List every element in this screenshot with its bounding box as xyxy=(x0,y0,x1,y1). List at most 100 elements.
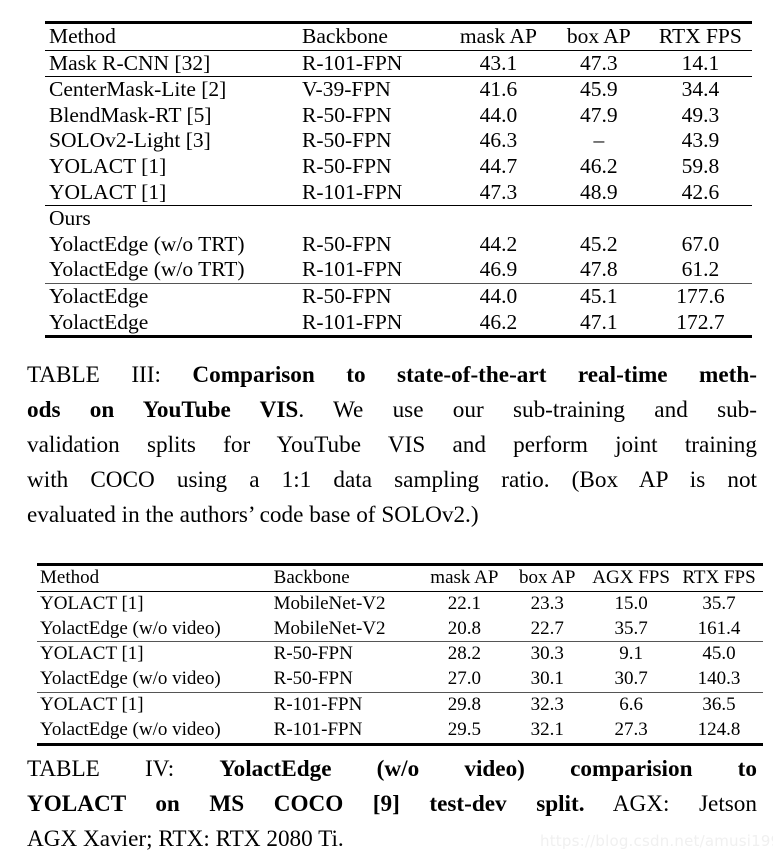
cell-backbone: R-101-FPN xyxy=(301,49,448,77)
cell-box-ap: 32.3 xyxy=(507,691,588,718)
cell-backbone: R-50-FPN xyxy=(301,231,392,256)
caption-text: AGX Xavier; RTX: RTX 2080 Ti. xyxy=(27,826,344,852)
bottom-rule-cell xyxy=(301,335,448,343)
bottom-rule-cell xyxy=(648,335,752,343)
cell-rtx-fps: 67.0 xyxy=(681,231,720,256)
caption-line: evaluated in the authors’ code base of S… xyxy=(27,498,757,533)
table-three-bottom-rule xyxy=(45,335,752,343)
caption-text: . We use our sub-training and sub- xyxy=(298,397,757,423)
cell-mask-ap: 44.0 xyxy=(479,102,518,127)
caption-text: evaluated in the authors’ code base of S… xyxy=(27,502,479,528)
cell-box-ap: 45.9 xyxy=(548,76,649,103)
header-cell-mask-ap: mask AP xyxy=(421,563,508,592)
cell-rtx-fps: 124.8 xyxy=(697,718,741,740)
cell-rtx-fps: 34.4 xyxy=(648,76,752,103)
cell-method: SOLOv2-Light [3] xyxy=(49,128,211,153)
table-row: YOLACT [1] MobileNet-V2 22.1 23.3 15.0 3… xyxy=(37,590,763,617)
table-row: YolactEdge R-50-FPN 44.0 45.1 177.6 xyxy=(45,282,752,310)
caption-text: AGX: Jetson xyxy=(584,791,757,817)
table-row: YolactEdge R-101-FPN 46.2 47.1 172.7 xyxy=(45,310,752,337)
cell-box-ap: 45.1 xyxy=(548,282,649,310)
cell-box-ap: 48.9 xyxy=(580,179,618,204)
header-cell-rtx-fps: RTX FPS xyxy=(675,563,763,592)
cell-backbone: MobileNet-V2 xyxy=(273,617,386,639)
caption-text: with COCO using a 1:1 data sampling rati… xyxy=(27,467,757,493)
caption-label: TABLE III: xyxy=(27,362,193,388)
table-four-body: Method Backbone mask AP box AP AGX FPS R… xyxy=(37,563,763,750)
header-cell-method: Method xyxy=(45,21,302,51)
cell-mask-ap: 43.1 xyxy=(447,49,549,77)
caption-line: with COCO using a 1:1 data sampling rati… xyxy=(27,463,757,498)
caption-bold: ods on YouTube VIS xyxy=(27,397,299,423)
cell-box-ap: 47.1 xyxy=(580,309,618,334)
cell-method: YOLACT [1] xyxy=(37,691,274,718)
group-spacer-rtx-fps xyxy=(648,205,752,232)
table-row: BlendMask-RT [5] R-50-FPN 44.0 47.9 49.3 xyxy=(45,103,752,129)
table-row: YOLACT [1] R-101-FPN 29.8 32.3 6.6 36.5 xyxy=(37,691,763,718)
cell-mask-ap: 28.2 xyxy=(421,641,508,668)
cell-box-ap: 22.7 xyxy=(530,617,564,639)
table-row: YOLACT [1] R-50-FPN 44.7 46.2 59.8 xyxy=(45,154,752,180)
cell-method: Mask R-CNN [32] xyxy=(45,49,302,77)
cell-rtx-fps: 45.0 xyxy=(675,641,763,668)
cell-method: YolactEdge xyxy=(49,309,149,334)
cell-mask-ap: 27.0 xyxy=(447,668,481,690)
cell-agx-fps: 35.7 xyxy=(614,617,648,639)
cell-rtx-fps: 140.3 xyxy=(697,668,741,690)
cell-box-ap: 47.9 xyxy=(580,102,618,127)
cell-mask-ap: 46.2 xyxy=(479,309,518,334)
header-cell-method: Method xyxy=(37,563,274,592)
table-row: YolactEdge (w/o video) R-101-FPN 29.5 32… xyxy=(37,718,763,744)
cell-method: YOLACT [1] xyxy=(37,641,274,668)
cell-rtx-fps: 49.3 xyxy=(681,102,720,127)
caption-line: ods on YouTube VIS. We use our sub-train… xyxy=(27,393,757,428)
cell-agx-fps: 9.1 xyxy=(587,641,676,668)
table-row: YolactEdge (w/o video) MobileNet-V2 20.8… xyxy=(37,617,763,642)
cell-rtx-fps: 42.6 xyxy=(681,179,720,204)
cell-mask-ap: 44.2 xyxy=(479,231,518,256)
table-row: YOLACT [1] R-50-FPN 28.2 30.3 9.1 45.0 xyxy=(37,641,763,668)
header-cell-box-ap: box AP xyxy=(548,21,649,51)
cell-backbone: R-50-FPN xyxy=(301,153,392,178)
cell-method: YolactEdge (w/o TRT) xyxy=(49,257,245,282)
cell-box-ap: – xyxy=(593,128,605,153)
cell-agx-fps: 15.0 xyxy=(587,590,676,617)
table-three-top-rule: Method Backbone mask AP box AP RTX FPS xyxy=(45,21,752,51)
cell-agx-fps: 30.7 xyxy=(614,668,648,690)
group-spacer-backbone xyxy=(301,205,448,232)
bottom-rule-cell xyxy=(273,742,422,750)
table-row: YolactEdge (w/o TRT) R-50-FPN 44.2 45.2 … xyxy=(45,232,752,258)
table-group-header-ours: Ours xyxy=(45,205,752,232)
cell-box-ap: 47.3 xyxy=(548,49,649,77)
cell-box-ap: 32.1 xyxy=(530,718,564,740)
cell-backbone: MobileNet-V2 xyxy=(273,590,422,617)
cell-rtx-fps: 161.4 xyxy=(697,617,741,639)
cell-rtx-fps: 61.2 xyxy=(681,257,720,282)
cell-box-ap: 46.2 xyxy=(580,153,618,178)
group-spacer-box-ap xyxy=(548,205,649,232)
header-cell-backbone: Backbone xyxy=(301,21,448,51)
cell-mask-ap: 20.8 xyxy=(447,617,481,639)
caption-bold: Comparison to state-of-the-art real-time… xyxy=(192,362,757,388)
cell-backbone: R-50-FPN xyxy=(273,641,422,668)
cell-backbone: R-50-FPN xyxy=(301,102,392,127)
cell-backbone: R-101-FPN xyxy=(301,257,403,282)
cell-agx-fps: 6.6 xyxy=(587,691,676,718)
bottom-rule-cell xyxy=(37,742,274,750)
cell-backbone: R-101-FPN xyxy=(301,179,403,204)
cell-mask-ap: 47.3 xyxy=(479,179,518,204)
cell-method: YolactEdge xyxy=(45,282,302,310)
table-row: YolactEdge (w/o TRT) R-101-FPN 46.9 47.8… xyxy=(45,257,752,283)
cell-method: CenterMask-Lite [2] xyxy=(45,76,302,103)
cell-mask-ap: 41.6 xyxy=(447,76,549,103)
caption-line: validation splits for YouTube VIS and pe… xyxy=(27,428,757,463)
cell-mask-ap: 44.7 xyxy=(479,153,518,178)
cell-rtx-fps: 36.5 xyxy=(675,691,763,718)
group-spacer-mask-ap xyxy=(447,205,549,232)
header-cell-mask-ap: mask AP xyxy=(447,21,549,51)
cell-backbone: R-101-FPN xyxy=(273,718,363,740)
caption-line: TABLE III: Comparison to state-of-the-ar… xyxy=(27,358,757,393)
caption-line: TABLE IV: YolactEdge (w/o video) compari… xyxy=(27,752,757,787)
cell-box-ap: 30.1 xyxy=(530,668,564,690)
cell-method: YolactEdge (w/o video) xyxy=(40,668,221,690)
